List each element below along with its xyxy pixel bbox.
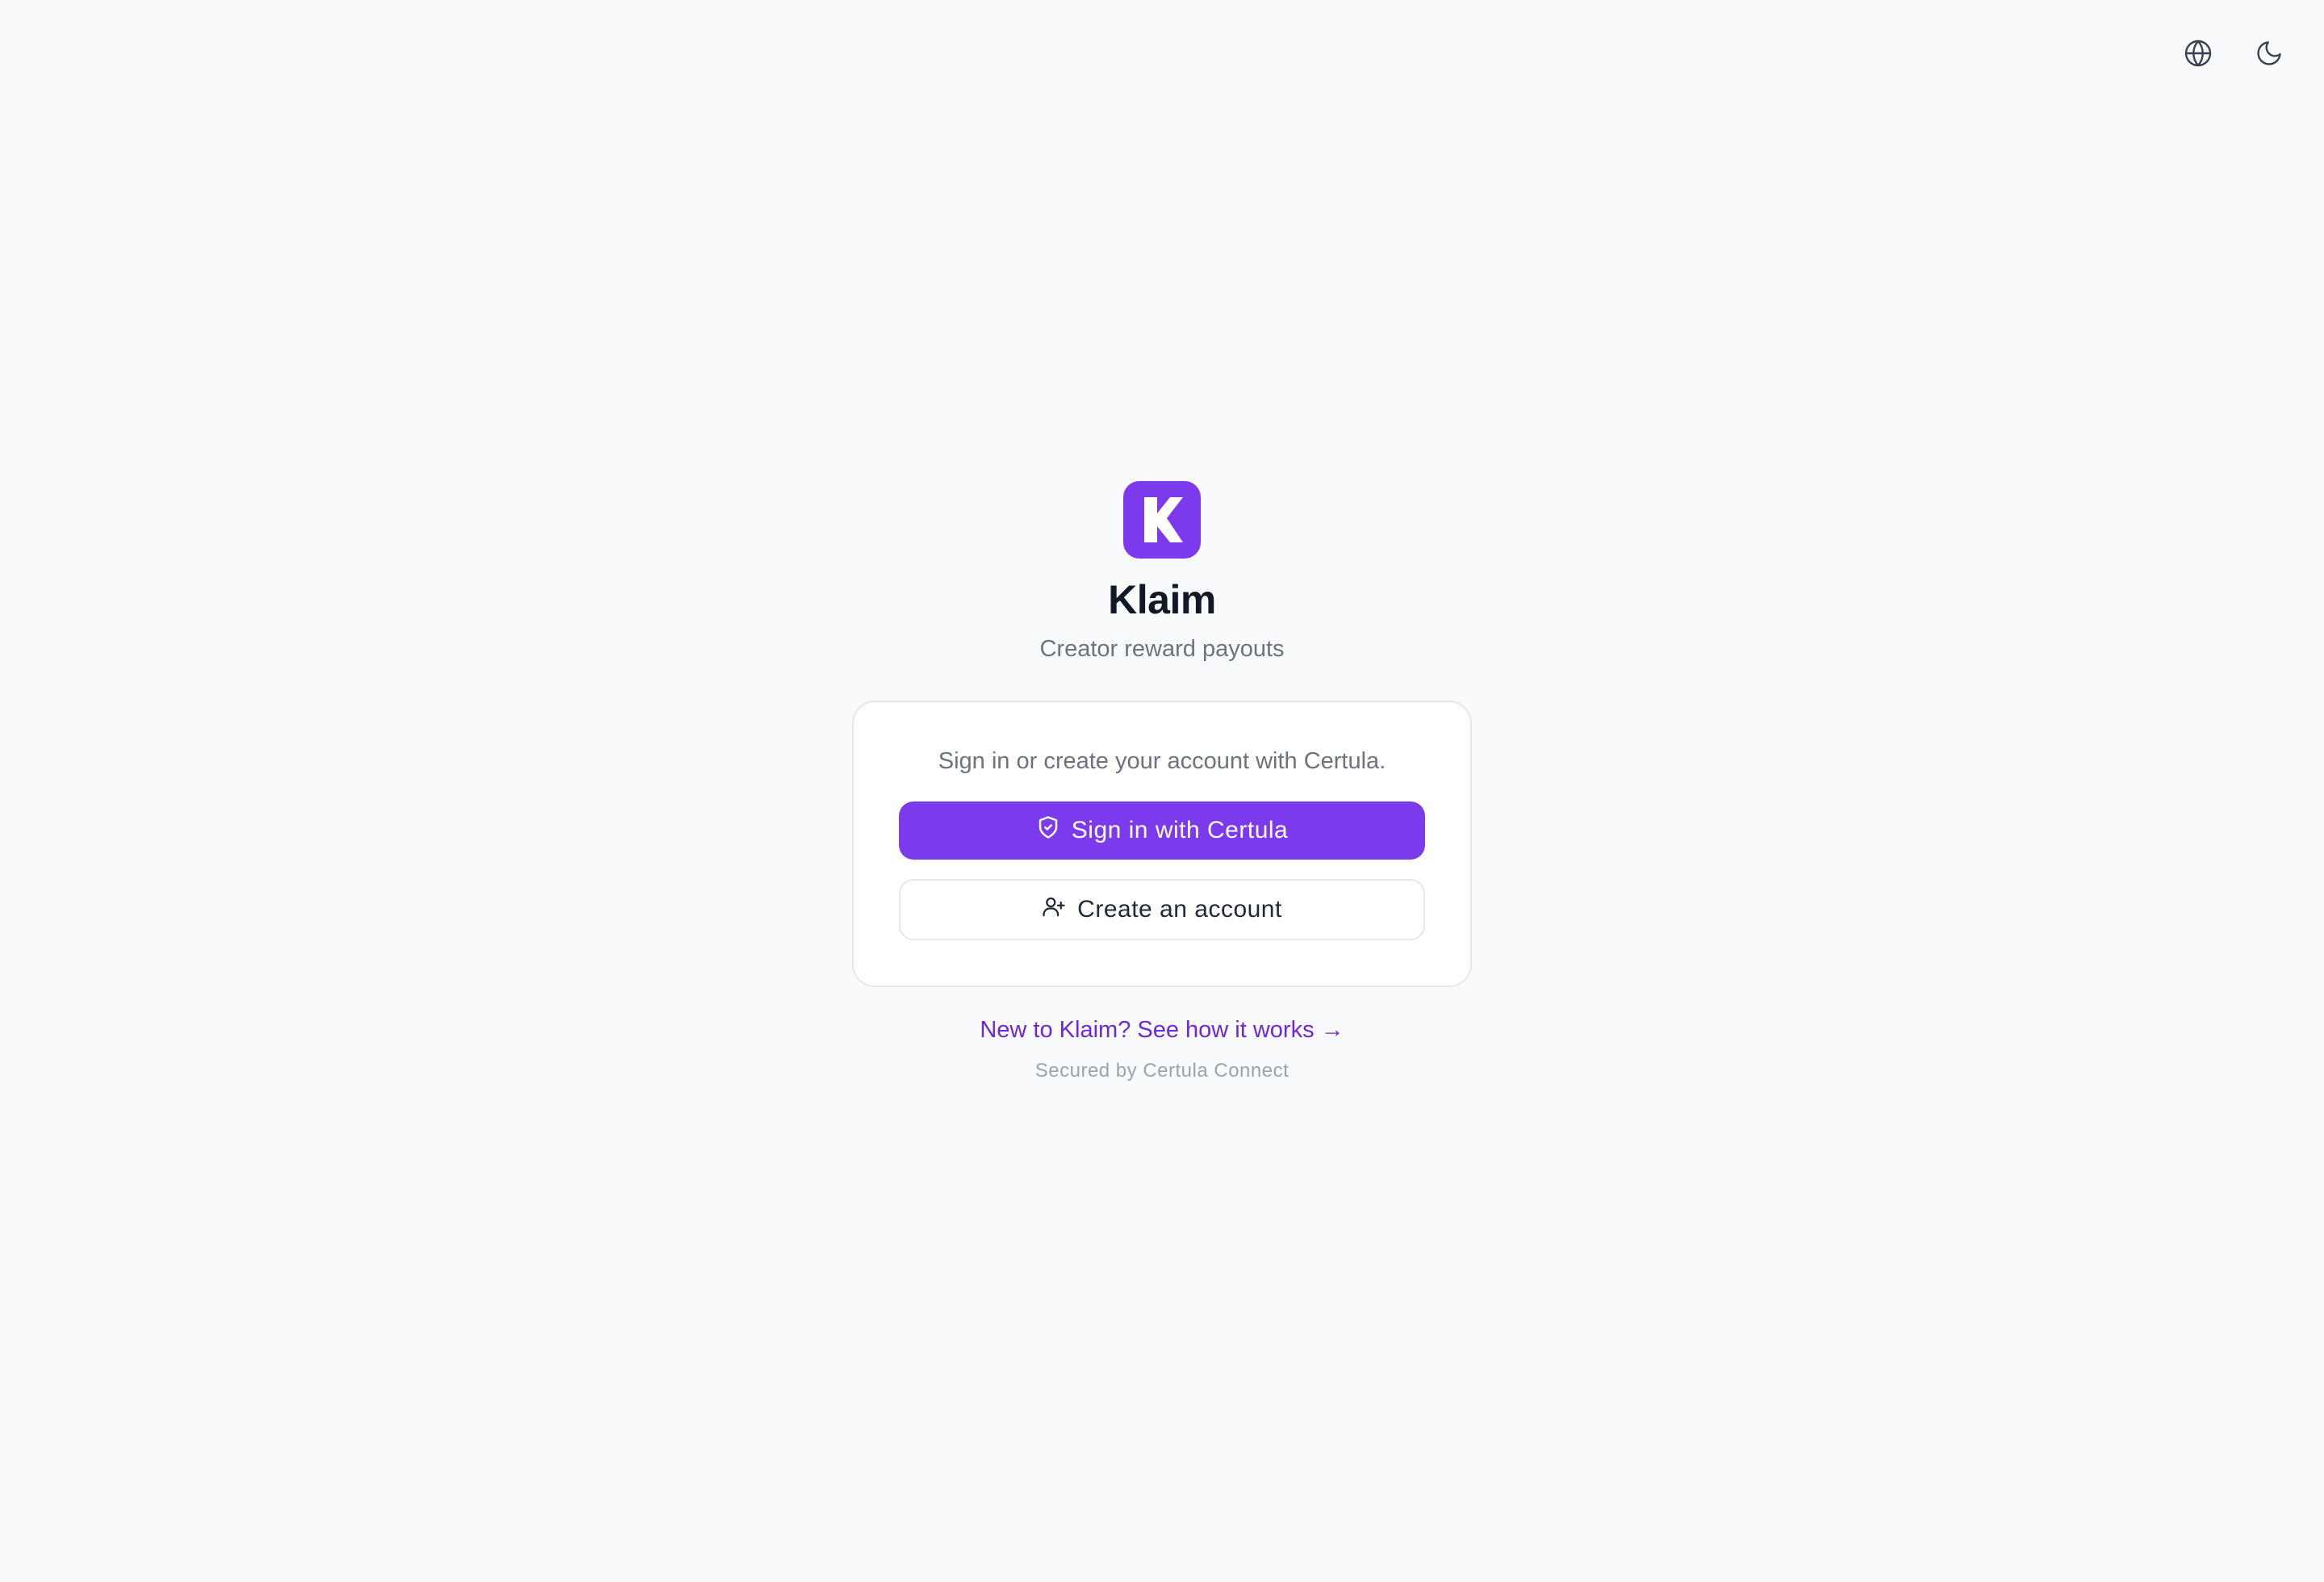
- brand-tagline: Creator reward payouts: [1039, 636, 1285, 662]
- create-account-label: Create an account: [1077, 895, 1282, 923]
- auth-panel: Klaim Creator reward payouts Sign in or …: [0, 481, 2324, 1083]
- how-it-works-link[interactable]: New to Klaim? See how it works →: [980, 1016, 1344, 1044]
- card-prompt: Sign in or create your account with Cert…: [938, 747, 1386, 774]
- sign-in-label: Sign in with Certula: [1071, 816, 1289, 843]
- top-actions: [2179, 36, 2288, 74]
- user-plus-icon: [1042, 894, 1066, 925]
- klaim-logo: [1123, 481, 1201, 559]
- create-account-button[interactable]: Create an account: [899, 878, 1425, 940]
- globe-icon: [2184, 39, 2213, 72]
- k-logo-icon: [1144, 497, 1183, 542]
- brand-name: Klaim: [1108, 577, 1216, 622]
- language-button[interactable]: [2179, 36, 2217, 74]
- moon-icon: [2255, 39, 2284, 72]
- shield-check-icon: [1036, 815, 1060, 846]
- theme-toggle-button[interactable]: [2250, 36, 2288, 74]
- secured-by-text: Secured by Certula Connect: [1035, 1060, 1289, 1082]
- sign-in-card: Sign in or create your account with Cert…: [852, 700, 1472, 987]
- sign-in-button[interactable]: Sign in with Certula: [899, 801, 1425, 860]
